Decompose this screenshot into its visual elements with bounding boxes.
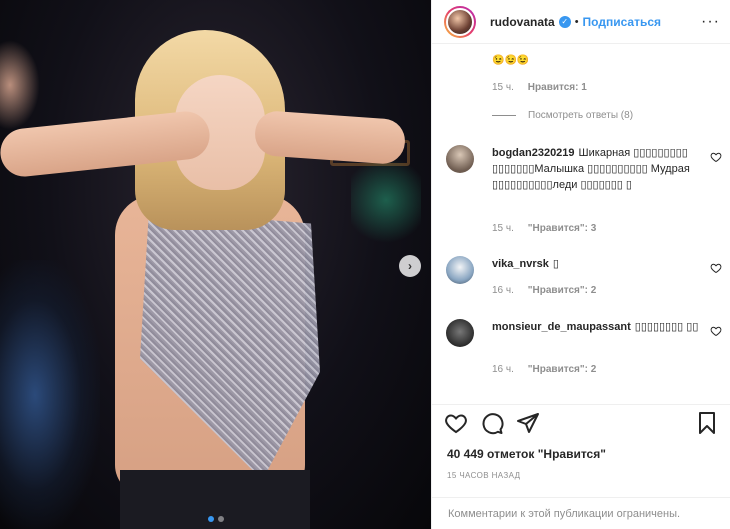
view-replies-button[interactable]: Посмотреть ответы (8) <box>492 110 633 121</box>
comment-meta: 15 ч. "Нравится": 3 <box>492 223 596 234</box>
comment-likes[interactable]: "Нравится": 2 <box>528 285 597 296</box>
comment-time: 16 ч. <box>492 364 514 375</box>
carousel-dot-active <box>207 516 214 522</box>
comment-username[interactable]: monsieur_de_maupassant <box>492 321 631 333</box>
comment-time: 16 ч. <box>492 285 514 296</box>
avatar[interactable] <box>446 319 474 347</box>
likes-count[interactable]: 40 449 отметок "Нравится" <box>447 447 606 461</box>
background-person-blur <box>0 40 40 130</box>
comment-body: bogdan2320219 Шикарная ▯▯▯▯▯▯▯▯▯ ▯▯▯▯▯▯▯М… <box>492 145 708 193</box>
separator-dot: • <box>574 15 579 28</box>
chevron-right-icon: › <box>408 259 412 273</box>
carousel-next-button[interactable]: › <box>399 255 421 277</box>
reply-emoji-text: 😉😉😉 <box>492 55 530 66</box>
post-time-ago[interactable]: 15 ЧАСОВ НАЗАД <box>447 471 520 480</box>
comment-text: ▯▯▯▯▯▯▯▯ ▯▯ <box>634 321 699 333</box>
comments-limited-notice: Комментарии к этой публикации ограничены… <box>432 497 730 529</box>
post-sidebar: rudovanata ✓ • Подписаться ··· 😉😉😉 15 ч.… <box>431 0 730 529</box>
share-send-icon[interactable] <box>516 411 540 435</box>
verified-badge-icon: ✓ <box>558 15 571 28</box>
comment-text: ▯ <box>552 258 559 270</box>
avatar[interactable] <box>446 145 474 173</box>
more-options-icon[interactable]: ··· <box>701 13 720 31</box>
comment-meta: 16 ч. "Нравится": 2 <box>492 364 596 375</box>
comment-username[interactable]: vika_nvrsk <box>492 258 549 270</box>
comments-list[interactable]: 😉😉😉 15 ч. Нравится: 1 Посмотреть ответы … <box>432 45 730 400</box>
comment-body: monsieur_de_maupassant ▯▯▯▯▯▯▯▯ ▯▯ <box>492 319 708 335</box>
comment-body: vika_nvrsk ▯ <box>492 256 708 272</box>
post-actions <box>432 404 730 440</box>
comment-likes[interactable]: "Нравится": 3 <box>528 223 597 234</box>
reply-meta: 15 ч. Нравится: 1 <box>492 82 587 93</box>
carousel-dot <box>217 516 224 522</box>
like-heart-icon[interactable] <box>444 411 468 435</box>
comment-meta: 16 ч. "Нравится": 2 <box>492 285 596 296</box>
comment-username[interactable]: bogdan2320219 <box>492 147 575 159</box>
like-comment-heart-icon[interactable] <box>710 151 722 163</box>
avatar[interactable] <box>444 5 476 38</box>
reply-time: 15 ч. <box>492 82 514 93</box>
comment-time: 15 ч. <box>492 223 514 234</box>
background-person-blur-left <box>0 260 100 529</box>
post-username[interactable]: rudovanata <box>490 15 555 29</box>
view-replies-line <box>492 115 516 116</box>
reply-likes[interactable]: Нравится: 1 <box>528 82 587 93</box>
follow-button[interactable]: Подписаться <box>583 15 661 29</box>
view-replies-label: Посмотреть ответы (8) <box>528 110 634 121</box>
carousel-dots <box>0 516 431 522</box>
post-header: rudovanata ✓ • Подписаться ··· <box>432 0 730 44</box>
comment-likes[interactable]: "Нравится": 2 <box>528 364 597 375</box>
comment-bubble-icon[interactable] <box>480 411 504 435</box>
post-photo[interactable]: SAL › <box>0 0 431 529</box>
green-light <box>351 150 421 250</box>
bookmark-icon[interactable] <box>695 411 719 435</box>
like-comment-heart-icon[interactable] <box>710 325 722 337</box>
avatar[interactable] <box>446 256 474 284</box>
like-comment-heart-icon[interactable] <box>710 262 722 274</box>
